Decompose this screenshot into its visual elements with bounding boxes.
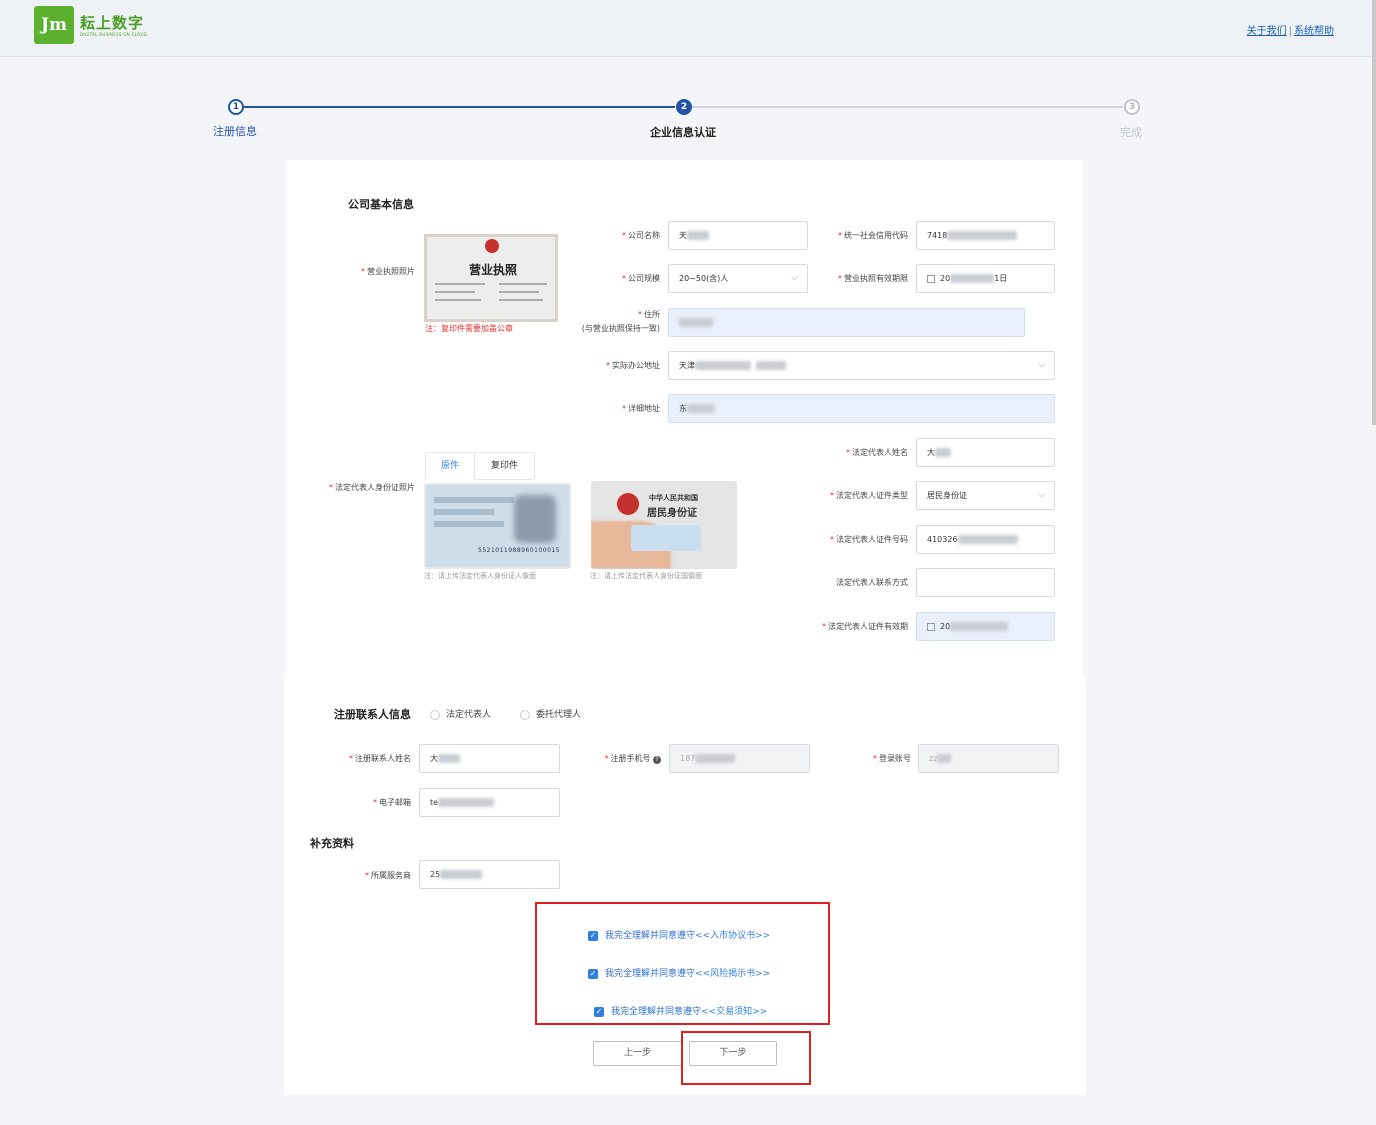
- step-2-label: 企业信息认证: [650, 126, 716, 139]
- prev-step-button[interactable]: 上一步: [593, 1041, 682, 1066]
- email-input[interactable]: te: [419, 788, 560, 817]
- agreement-trading-notice[interactable]: ✓ 我完全理解并同意遵守<<交易须知>>: [594, 1004, 767, 1017]
- id-front-note: 注：请上传法定代表人身份证人像面: [424, 572, 536, 580]
- contact-section-title: 注册联系人信息: [334, 708, 411, 721]
- license-note: 注：复印件需要加盖公章: [425, 324, 513, 333]
- legal-id-validity-input[interactable]: 20: [916, 612, 1055, 641]
- credit-code-label: * 统一社会信用代码: [838, 231, 908, 240]
- address-label: * 住所: [638, 310, 660, 319]
- radio-legal-rep[interactable]: 法定代表人: [430, 707, 491, 720]
- legal-contact-label: 法定代表人联系方式: [836, 578, 908, 587]
- company-scale-select[interactable]: 20~50(含)人 ⌵: [668, 264, 808, 293]
- license-validity-label: * 营业执照有效期限: [838, 274, 908, 283]
- agreement-market-entry[interactable]: ✓ 我完全理解并同意遵守<<入市协议书>>: [588, 928, 770, 941]
- step-1-circle: 1: [228, 99, 244, 115]
- id-front-image[interactable]: 5521011988960100015: [424, 483, 571, 569]
- phone-input[interactable]: 187: [669, 744, 810, 773]
- link-separator: |: [1288, 26, 1292, 37]
- agreement-risk-disclosure[interactable]: ✓ 我完全理解并同意遵守<<风险揭示书>>: [588, 966, 770, 979]
- chevron-down-icon: ⌵: [791, 273, 798, 283]
- calendar-icon: [927, 622, 935, 631]
- step-3-circle: 3: [1124, 99, 1140, 115]
- step-progress-line-pending: [692, 106, 1123, 108]
- legal-id-photo-label: * 法定代表人身份证照片: [329, 483, 415, 492]
- top-header: [0, 0, 1372, 57]
- legal-id-type-select[interactable]: 居民身份证 ⌵: [916, 481, 1055, 510]
- legal-id-validity-label: * 法定代表人证件有效期: [822, 622, 908, 631]
- brand-subtitle: DIGITAL BUSINESS ON CLOUD: [80, 32, 148, 37]
- radio-circle-icon: [520, 709, 530, 720]
- provider-label: * 所属服务商: [365, 871, 411, 880]
- license-validity-input[interactable]: 20 1日: [916, 264, 1055, 293]
- top-links: 关于我们 | 系统帮助: [1247, 22, 1334, 37]
- license-image-title: 营业执照: [469, 263, 518, 277]
- national-emblem-icon: [485, 239, 499, 253]
- office-address-select[interactable]: 天津 ⌵: [668, 351, 1055, 380]
- radio-circle-icon: [430, 709, 440, 720]
- company-name-label: * 公司名称: [622, 231, 660, 240]
- account-input[interactable]: zz: [918, 744, 1059, 773]
- tab-original[interactable]: 原件: [425, 452, 475, 480]
- step-1-label: 注册信息: [213, 125, 257, 138]
- id-back-image[interactable]: 中华人民共和国 居民身份证: [591, 481, 737, 569]
- chevron-down-icon: ⌵: [1038, 360, 1045, 370]
- supplement-section-title: 补充资料: [310, 837, 354, 850]
- license-photo-label: * 营业执照照片: [361, 267, 415, 276]
- id-back-title-2: 居民身份证: [647, 508, 697, 519]
- chevron-down-icon: ⌵: [1038, 490, 1045, 500]
- legal-contact-input[interactable]: [916, 568, 1055, 597]
- system-help-link[interactable]: 系统帮助: [1294, 26, 1334, 37]
- business-license-image[interactable]: 营业执照: [424, 234, 558, 322]
- checkbox-checked-icon[interactable]: ✓: [594, 1006, 604, 1017]
- checkbox-checked-icon[interactable]: ✓: [588, 968, 598, 979]
- step-3-label: 完成: [1120, 126, 1142, 139]
- account-label: * 登录账号: [873, 754, 911, 763]
- company-name-input[interactable]: 天: [668, 221, 808, 250]
- legal-name-label: * 法定代表人姓名: [846, 448, 908, 457]
- phone-label: * 注册手机号 ?: [575, 753, 661, 764]
- brand-logo-icon: Jm: [34, 6, 74, 44]
- national-emblem-icon: [617, 493, 639, 515]
- credit-code-input[interactable]: 7418: [916, 221, 1055, 250]
- step-2-circle: 2: [676, 99, 692, 115]
- address-hint: (与营业执照保持一致): [581, 324, 660, 333]
- step-progress-line-done: [244, 106, 675, 108]
- contact-name-label: * 注册联系人姓名: [349, 754, 411, 763]
- radio-agent[interactable]: 委托代理人: [520, 707, 581, 720]
- next-button-highlight-box: [681, 1031, 811, 1085]
- brand-name: 耘上数字: [80, 14, 145, 32]
- about-us-link[interactable]: 关于我们: [1247, 26, 1287, 37]
- calendar-icon: [927, 274, 935, 283]
- id-number-text: 5521011988960100015: [478, 547, 561, 554]
- legal-id-number-label: * 法定代表人证件号码: [830, 535, 908, 544]
- legal-id-type-label: * 法定代表人证件类型: [830, 491, 908, 500]
- legal-id-number-input[interactable]: 410326: [916, 525, 1055, 554]
- page-scrollbar[interactable]: [1372, 0, 1376, 425]
- provider-input[interactable]: 25: [419, 860, 560, 889]
- checkbox-checked-icon[interactable]: ✓: [588, 930, 598, 941]
- trading-notice-doc-link[interactable]: <<交易须知>>: [701, 1007, 767, 1017]
- id-back-note: 注：请上传法定代表人身份证国徽面: [590, 572, 702, 580]
- tab-copy[interactable]: 复印件: [474, 452, 535, 480]
- detail-address-input[interactable]: 东: [668, 394, 1055, 423]
- company-scale-label: * 公司规模: [622, 274, 660, 283]
- market-entry-doc-link[interactable]: <<入市协议书>>: [695, 931, 770, 941]
- id-back-title-1: 中华人民共和国: [649, 493, 698, 502]
- company-section-title: 公司基本信息: [348, 198, 414, 211]
- contact-name-input[interactable]: 大: [419, 744, 560, 773]
- office-address-label: * 实际办公地址: [606, 361, 660, 370]
- address-input[interactable]: [668, 308, 1025, 337]
- detail-address-label: * 详细地址: [622, 404, 660, 413]
- legal-name-input[interactable]: 大: [916, 438, 1055, 467]
- help-icon[interactable]: ?: [653, 756, 661, 764]
- risk-disclosure-doc-link[interactable]: <<风险揭示书>>: [695, 969, 770, 979]
- email-label: * 电子邮箱: [373, 798, 411, 807]
